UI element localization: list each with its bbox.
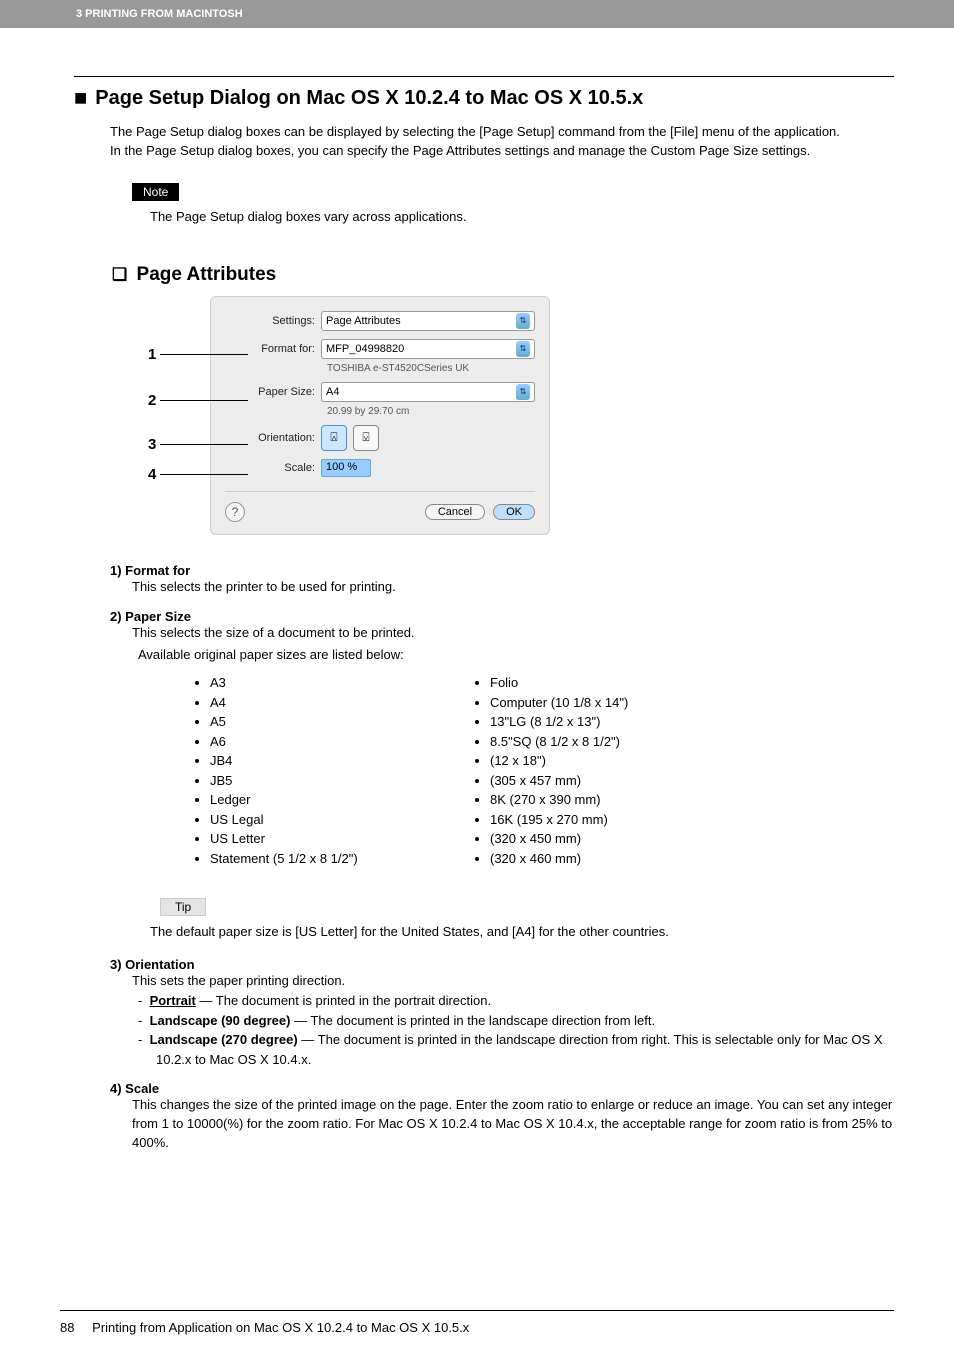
page-setup-dialog: Settings: Page Attributes ⇅ Format for: … <box>210 296 550 535</box>
callout-2: 2 <box>148 392 156 409</box>
cancel-button[interactable]: Cancel <box>425 504 485 520</box>
opt-landscape-90: Landscape (90 degree) <box>150 1013 291 1028</box>
orientation-portrait-button[interactable]: ⍓ <box>321 425 347 451</box>
paper-size-item: (12 x 18") <box>490 751 710 771</box>
page-number: 88 <box>60 1320 74 1335</box>
paper-size-item: JB5 <box>210 771 430 791</box>
paper-size-item: US Letter <box>210 829 430 849</box>
paper-size-item: A5 <box>210 712 430 732</box>
paper-size-item: 8K (270 x 390 mm) <box>490 790 710 810</box>
desc-2-sub: Available original paper sizes are liste… <box>138 646 894 665</box>
paper-size-item: 16K (195 x 270 mm) <box>490 810 710 830</box>
opt-landscape-270: Landscape (270 degree) <box>150 1032 298 1047</box>
paper-size-item: (320 x 450 mm) <box>490 829 710 849</box>
footer: 88 Printing from Application on Mac OS X… <box>60 1320 469 1335</box>
chapter-header: 3 PRINTING FROM MACINTOSH <box>0 0 954 28</box>
desc-3-head: 3) Orientation <box>110 957 894 972</box>
desc-2-body: This selects the size of a document to b… <box>132 624 894 643</box>
sizes-left-list: A3A4A5A6JB4JB5LedgerUS LegalUS LetterSta… <box>210 673 430 868</box>
paper-size-sublabel: 20.99 by 29.70 cm <box>327 406 535 417</box>
desc-2-head: 2) Paper Size <box>110 609 894 624</box>
orientation-landscape-button[interactable]: ⍌ <box>353 425 379 451</box>
paper-size-item: (305 x 457 mm) <box>490 771 710 791</box>
sizes-right-list: FolioComputer (10 1/8 x 14")13"LG (8 1/2… <box>490 673 710 868</box>
desc-1-body: This selects the printer to be used for … <box>132 578 894 597</box>
chevron-updown-icon: ⇅ <box>516 384 530 400</box>
paper-size-item: Ledger <box>210 790 430 810</box>
paper-size-item: Computer (10 1/8 x 14") <box>490 693 710 713</box>
settings-label: Settings: <box>225 315 321 327</box>
opt-portrait: Portrait <box>150 993 196 1008</box>
callout-4: 4 <box>148 466 156 483</box>
help-button[interactable]: ? <box>225 502 245 522</box>
desc-3-body: This sets the paper printing direction. <box>132 972 894 991</box>
desc-4-head: 4) Scale <box>110 1081 894 1096</box>
paper-size-item: US Legal <box>210 810 430 830</box>
chapter-title: 3 PRINTING FROM MACINTOSH <box>76 8 243 20</box>
heading-text: Page Setup Dialog on Mac OS X 10.2.4 to … <box>95 87 643 110</box>
page-content: ■ Page Setup Dialog on Mac OS X 10.2.4 t… <box>0 76 954 1153</box>
descriptions: 1) Format for This selects the printer t… <box>110 563 894 869</box>
intro-paragraph-1: The Page Setup dialog boxes can be displ… <box>110 123 894 142</box>
desc-1-head: 1) Format for <box>110 563 894 578</box>
format-for-select[interactable]: MFP_04998820 ⇅ <box>321 339 535 359</box>
tip-badge: Tip <box>160 898 206 916</box>
format-for-sublabel: TOSHIBA e-ST4520CSeries UK <box>327 363 535 374</box>
paper-size-select[interactable]: A4 ⇅ <box>321 382 535 402</box>
square-bullet-icon: ■ <box>74 85 87 111</box>
paper-size-item: JB4 <box>210 751 430 771</box>
main-heading: ■ Page Setup Dialog on Mac OS X 10.2.4 t… <box>74 85 894 111</box>
intro-paragraph-2: In the Page Setup dialog boxes, you can … <box>110 142 894 161</box>
chevron-updown-icon: ⇅ <box>516 313 530 329</box>
orientation-options: - Portrait — The document is printed in … <box>132 991 894 1069</box>
note-badge: Note <box>132 183 179 201</box>
callout-1: 1 <box>148 346 156 363</box>
sub-heading-text: Page Attributes <box>137 264 277 285</box>
landscape-icon: ⍌ <box>362 430 369 445</box>
callout-3: 3 <box>148 436 156 453</box>
paper-size-item: (320 x 460 mm) <box>490 849 710 869</box>
paper-size-item: Statement (5 1/2 x 8 1/2") <box>210 849 430 869</box>
paper-size-item: Folio <box>490 673 710 693</box>
settings-select[interactable]: Page Attributes ⇅ <box>321 311 535 331</box>
ok-button[interactable]: OK <box>493 504 535 520</box>
dialog-area: 1 2 3 4 Settings: Page Attributes ⇅ Form… <box>148 296 548 535</box>
help-icon: ? <box>232 505 239 519</box>
paper-size-item: A3 <box>210 673 430 693</box>
descriptions-cont: 3) Orientation This sets the paper print… <box>110 957 894 1152</box>
sub-heading: ❏ Page Attributes <box>112 264 894 286</box>
footer-text: Printing from Application on Mac OS X 10… <box>92 1320 469 1335</box>
heading-rule <box>74 76 894 77</box>
portrait-icon: ⍓ <box>330 430 337 445</box>
note-text: The Page Setup dialog boxes vary across … <box>150 209 894 224</box>
scale-input[interactable]: 100 % <box>321 459 371 477</box>
checkbox-icon: ❏ <box>112 265 127 284</box>
paper-sizes: A3A4A5A6JB4JB5LedgerUS LegalUS LetterSta… <box>150 673 894 868</box>
tip-text: The default paper size is [US Letter] fo… <box>150 924 894 939</box>
paper-size-item: A4 <box>210 693 430 713</box>
paper-size-item: A6 <box>210 732 430 752</box>
paper-size-item: 8.5"SQ (8 1/2 x 8 1/2") <box>490 732 710 752</box>
footer-rule <box>60 1310 894 1311</box>
paper-size-item: 13"LG (8 1/2 x 13") <box>490 712 710 732</box>
chevron-updown-icon: ⇅ <box>516 341 530 357</box>
desc-4-body: This changes the size of the printed ima… <box>132 1096 894 1153</box>
